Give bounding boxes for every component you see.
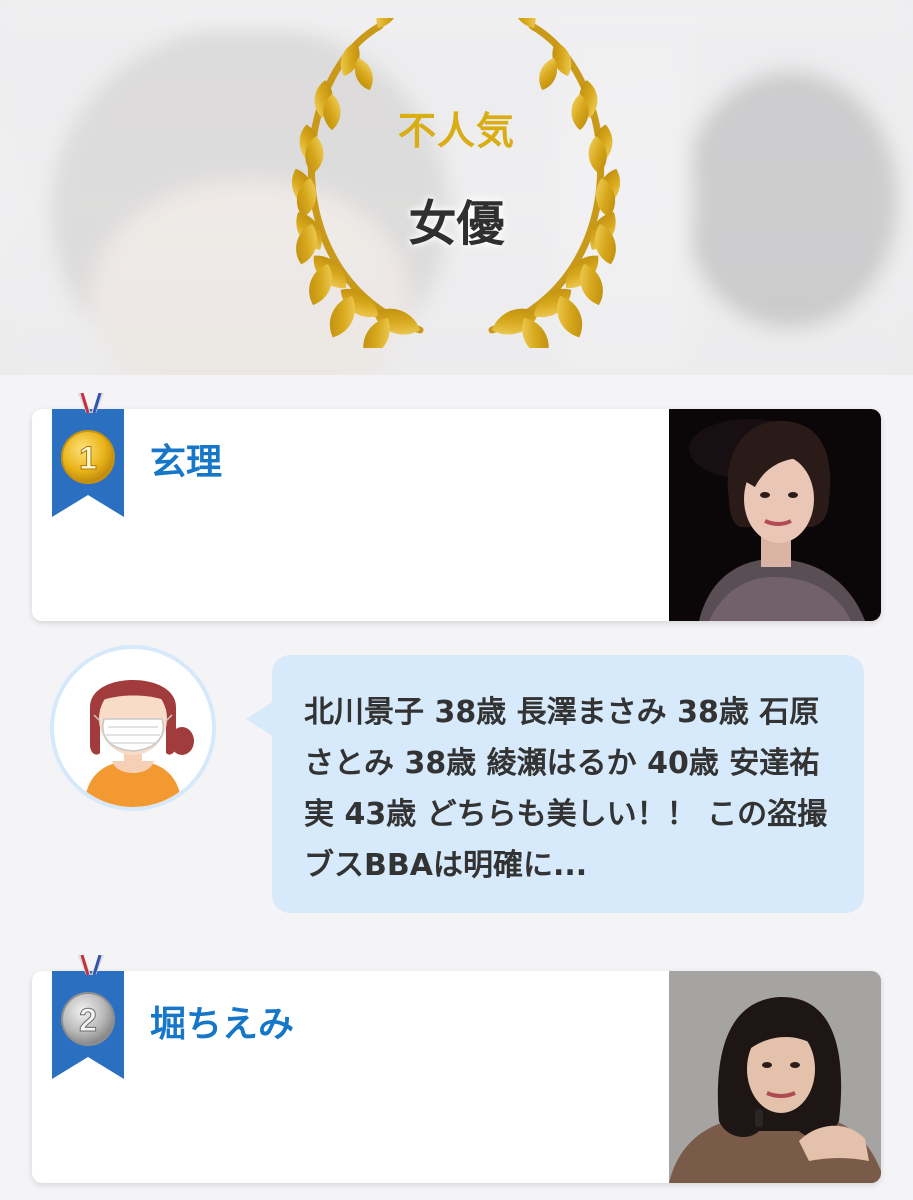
- rank-name[interactable]: 堀ちえみ: [150, 995, 294, 1047]
- comment-bubble[interactable]: 北川景子 38歳 長澤まさみ 38歳 石原さとみ 38歳 綾瀬はるか 40歳 安…: [246, 655, 864, 913]
- masked-woman-avatar-icon: [54, 649, 212, 807]
- actress-photo: [669, 409, 881, 621]
- avatar: [50, 645, 216, 811]
- rank-name[interactable]: 玄理: [150, 433, 222, 485]
- medal-ribbon-icon: [78, 955, 104, 976]
- gold-medal-icon: 1: [61, 430, 115, 484]
- laurel-wreath-icon: [286, 18, 626, 348]
- rank-card-2[interactable]: 2 堀ちえみ: [32, 971, 881, 1183]
- hero-title: 女優: [408, 196, 505, 252]
- svg-text:2: 2: [79, 1002, 97, 1038]
- hero-subtitle: 不人気: [397, 109, 515, 153]
- medal-ribbon-icon: [78, 393, 104, 414]
- silver-medal-icon: 2: [61, 992, 115, 1046]
- comment-text: 北川景子 38歳 長澤まさみ 38歳 石原さとみ 38歳 綾瀬はるか 40歳 安…: [304, 695, 828, 883]
- rank-card-1[interactable]: 1 玄理: [32, 409, 881, 621]
- hero-banner: 不人気 女優: [0, 0, 913, 375]
- actress-photo: [669, 971, 881, 1183]
- svg-text:1: 1: [79, 440, 97, 476]
